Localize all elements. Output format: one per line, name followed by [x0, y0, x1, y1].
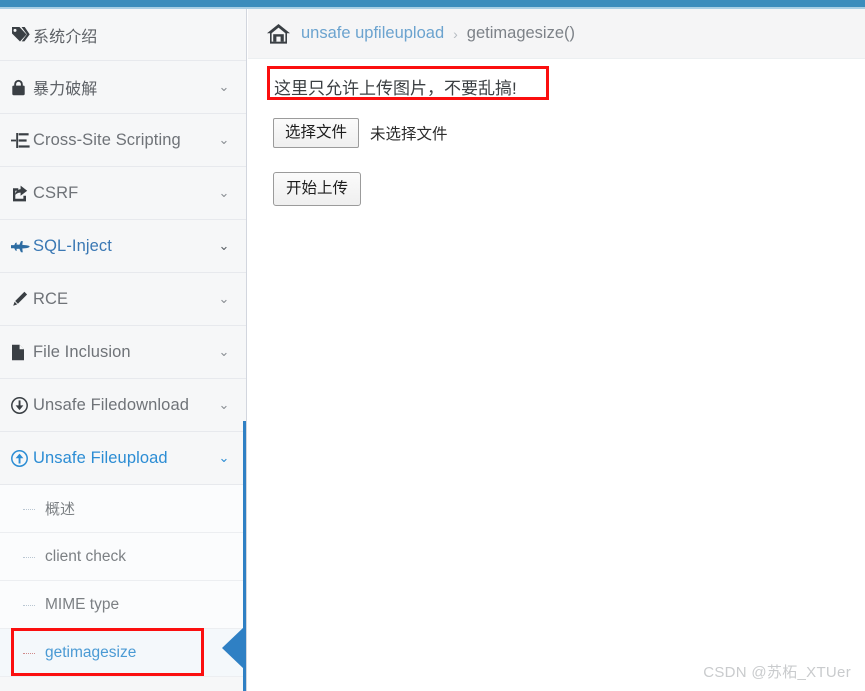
upload-panel: 这里只允许上传图片，不要乱搞! 选择文件 未选择文件 开始上传: [248, 59, 865, 206]
chevron-down-icon: ⌄: [218, 79, 230, 94]
file-input-row: 选择文件 未选择文件: [273, 118, 865, 149]
sidebar-item-label: CSRF: [33, 183, 79, 202]
sidebar-item-sql-inject[interactable]: SQL-Inject ⌄: [0, 220, 246, 273]
upload-circle-icon: [11, 449, 33, 467]
top-accent-bar: [0, 0, 865, 7]
sidebar-item-file-inclusion[interactable]: File Inclusion ⌄: [0, 326, 246, 379]
chevron-down-icon: ⌄: [218, 397, 230, 412]
upload-notice-text: 这里只允许上传图片，不要乱搞!: [274, 79, 517, 98]
lock-icon: [11, 79, 33, 96]
sidebar-item-label: 系统介绍: [33, 28, 98, 46]
pencil-icon: [11, 291, 33, 308]
sidebar-subitem-getimagesize[interactable]: getimagesize: [0, 629, 246, 677]
sidebar-item-label: 暴力破解: [33, 81, 98, 98]
upload-notice-wrap: 这里只允许上传图片，不要乱搞!: [273, 76, 518, 101]
breadcrumb: unsafe upfileupload › getimagesize(): [248, 9, 865, 59]
list-tree-icon: [11, 132, 33, 149]
download-circle-icon: [11, 396, 33, 414]
sidebar-item-rce[interactable]: RCE ⌄: [0, 273, 246, 326]
tree-branch-dash: [23, 604, 35, 606]
chevron-up-icon: ⌄: [218, 450, 230, 465]
plane-icon: [11, 239, 33, 254]
main-content: unsafe upfileupload › getimagesize() 这里只…: [248, 9, 865, 691]
choose-file-button[interactable]: 选择文件: [273, 118, 360, 149]
chevron-down-icon: ⌄: [218, 291, 230, 306]
chevron-down-icon: ⌄: [218, 344, 230, 359]
sidebar-subitem-mime-type[interactable]: MIME type: [0, 581, 246, 629]
sidebar-subitem-client-check[interactable]: client check: [0, 533, 246, 581]
start-upload-button[interactable]: 开始上传: [273, 172, 362, 206]
file-selection-status: 未选择文件: [370, 126, 448, 144]
sidebar-subnav-unsafe-fileupload: 概述 client check MIME type getimagesize: [0, 485, 246, 677]
tree-branch-dash: [23, 652, 35, 654]
tree-branch-dash: [23, 556, 35, 558]
home-icon[interactable]: [267, 23, 290, 44]
breadcrumb-link[interactable]: unsafe upfileupload: [301, 24, 444, 43]
active-item-pointer-arrow: [222, 627, 244, 669]
sidebar-item-label: RCE: [33, 289, 69, 308]
sidebar-subitem-label: 概述: [45, 501, 76, 518]
app-root: 系统介绍 暴力破解 ⌄ Cross-Site Scripting ⌄ CSRF …: [0, 0, 865, 691]
sidebar-subitem-label: client check: [45, 547, 126, 565]
sidebar-item-brute-force[interactable]: 暴力破解 ⌄: [0, 61, 246, 114]
sidebar-item-label: Unsafe Fileupload: [33, 448, 168, 467]
breadcrumb-separator: ›: [453, 25, 458, 42]
sidebar-item-unsafe-filedownload[interactable]: Unsafe Filedownload ⌄: [0, 379, 246, 432]
tag-icon: [11, 26, 33, 43]
sidebar-subitem-label: getimagesize: [45, 643, 137, 661]
watermark: CSDN @苏柘_XTUer: [703, 664, 851, 681]
tree-branch-dash: [23, 508, 35, 510]
sidebar: 系统介绍 暴力破解 ⌄ Cross-Site Scripting ⌄ CSRF …: [0, 9, 247, 691]
sidebar-subitem-label: MIME type: [45, 595, 120, 613]
sidebar-item-csrf[interactable]: CSRF ⌄: [0, 167, 246, 220]
sidebar-subitem-overview[interactable]: 概述: [0, 485, 246, 533]
sidebar-item-label: Unsafe Filedownload: [33, 395, 189, 414]
sidebar-item-label: File Inclusion: [33, 342, 131, 361]
share-icon: [11, 185, 33, 202]
chevron-down-icon: ⌄: [218, 238, 230, 253]
chevron-down-icon: ⌄: [218, 185, 230, 200]
file-icon: [11, 344, 33, 361]
sidebar-item-label: Cross-Site Scripting: [33, 130, 181, 149]
sidebar-item-label: SQL-Inject: [33, 236, 112, 255]
breadcrumb-current: getimagesize(): [466, 24, 576, 42]
sidebar-item-cross-site-scripting[interactable]: Cross-Site Scripting ⌄: [0, 114, 246, 167]
sidebar-item-system-intro[interactable]: 系统介绍: [0, 9, 246, 61]
sidebar-item-unsafe-fileupload[interactable]: Unsafe Fileupload ⌄: [0, 432, 246, 485]
chevron-down-icon: ⌄: [218, 132, 230, 147]
